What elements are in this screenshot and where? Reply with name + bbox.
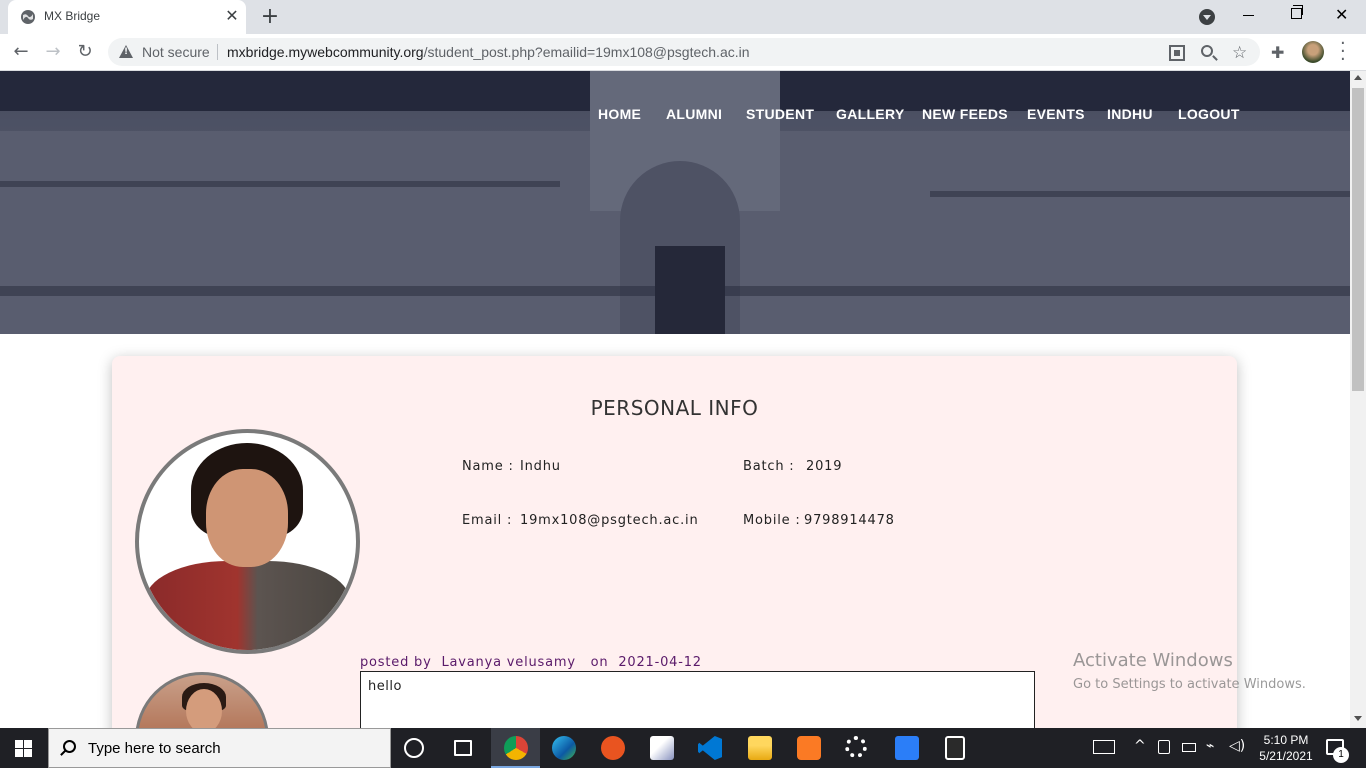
chevron-up-icon[interactable]: ^ [1134,738,1146,754]
batch-value: 2019 [806,459,843,474]
profile-photo [135,429,360,654]
task-view-icon[interactable] [454,740,472,756]
address-bar[interactable]: Not secure mxbridge.mywebcommunity.org/s… [108,38,1260,66]
php-icon[interactable] [650,736,674,760]
system-clock[interactable]: 5:10 PM 5/21/2021 [1254,732,1318,764]
personal-info-card: PERSONAL INFO Name : Indhu Batch : 2019 … [112,356,1237,728]
scroll-thumb[interactable] [1352,88,1364,391]
clock-time: 5:10 PM [1263,733,1309,747]
email-value: 19mx108@psgtech.ac.in [520,513,699,528]
volume-icon[interactable]: ◁) [1229,738,1245,754]
main-nav: HOME ALUMNI STUDENT GALLERY NEW FEEDS EV… [590,106,1350,126]
kebab-icon[interactable]: · · · [1340,35,1346,69]
forward-arrow-icon[interactable]: → [41,40,65,64]
mobile-label: Mobile : [743,513,801,528]
post-author[interactable]: Lavanya velusamy [441,655,575,670]
post-author-photo [135,672,269,728]
activate-windows-watermark: Activate Windows Go to Settings to activ… [1073,650,1306,692]
settings-icon[interactable] [845,736,867,758]
activate-title: Activate Windows [1073,650,1233,671]
divider [217,44,218,60]
page-scrollbar[interactable] [1350,71,1366,728]
batch-label: Batch : [743,459,795,474]
posted-by-label: posted by [360,655,432,670]
zoom-icon[interactable] [1201,45,1213,57]
name-value: Indhu [520,459,561,474]
news-widget-icon[interactable] [1093,740,1115,754]
nav-home[interactable]: HOME [598,106,641,122]
scroll-up-icon[interactable] [1354,75,1362,80]
avatar[interactable] [1302,41,1324,63]
post-meta: posted by Lavanya velusamy on 2021-04-12 [360,655,702,670]
battery-icon[interactable] [1182,743,1196,752]
chrome-icon[interactable] [504,736,528,760]
card-title: PERSONAL INFO [590,396,759,420]
nav-alumni[interactable]: ALUMNI [666,106,722,122]
email-label: Email : [462,513,513,528]
meet-now-icon[interactable] [1158,740,1170,754]
nav-logout[interactable]: LOGOUT [1178,106,1240,122]
tab-strip: MX Bridge ✕ + ✕ [0,0,1366,34]
post-date: 2021-04-12 [618,655,702,670]
nav-events[interactable]: EVENTS [1027,106,1085,122]
on-label: on [590,655,609,670]
qr-icon[interactable] [1169,45,1185,61]
post-body-box: hello [360,671,1035,728]
back-arrow-icon[interactable]: ← [9,40,33,64]
nav-new-feeds[interactable]: NEW FEEDS [922,106,1008,122]
file-explorer-icon[interactable] [748,736,772,760]
calculator-icon[interactable] [945,736,965,760]
reload-icon[interactable]: ↻ [73,40,97,64]
minimize-icon[interactable] [1243,15,1254,16]
ubuntu-icon[interactable] [601,736,625,760]
wps-icon[interactable] [895,736,919,760]
search-icon [63,740,76,753]
vscode-icon[interactable] [698,736,722,760]
nav-gallery[interactable]: GALLERY [836,106,904,122]
nav-student[interactable]: STUDENT [746,106,814,122]
clock-date: 5/21/2021 [1259,749,1313,763]
globe-icon [21,10,35,24]
restore-icon[interactable] [1291,5,1303,19]
activate-subtitle: Go to Settings to activate Windows. [1073,677,1306,692]
url-host: mxbridge.mywebcommunity.org [227,44,424,60]
browser-toolbar: ← → ↻ Not secure mxbridge.mywebcommunity… [0,34,1366,71]
tab-close-icon[interactable]: ✕ [224,8,240,24]
photo-face [206,469,288,567]
url-text[interactable]: mxbridge.mywebcommunity.org/student_post… [227,44,750,60]
search-placeholder: Type here to search [88,740,221,757]
small-photo-face [186,689,222,728]
warning-icon [119,45,133,58]
url-path: /student_post.php?emailid=19mx108@psgtec… [423,44,750,60]
star-icon[interactable]: ☆ [1232,45,1248,62]
taskbar-search-input[interactable]: Type here to search [48,728,391,768]
windows-start-icon[interactable] [15,740,32,757]
edge-icon[interactable] [552,736,576,760]
xampp-icon[interactable] [797,736,821,760]
puzzle-icon[interactable]: ✚ [1271,43,1284,62]
scroll-down-icon[interactable] [1354,716,1362,721]
mobile-value: 9798914478 [804,513,895,528]
name-label: Name : [462,459,514,474]
network-icon[interactable]: ⌁ [1206,738,1214,754]
nav-indhu[interactable]: INDHU [1107,106,1153,122]
notification-badge: 1 [1333,747,1349,763]
page-viewport: HOME ALUMNI STUDENT GALLERY NEW FEEDS EV… [0,71,1350,728]
close-window-icon[interactable]: ✕ [1335,5,1348,24]
windows-taskbar: Type here to search ^ ⌁ ◁) 5:10 PM 5/21/… [0,728,1366,768]
cortana-icon[interactable] [404,738,424,758]
tab-title: MX Bridge [44,9,101,23]
security-label[interactable]: Not secure [142,44,210,60]
post-body: hello [368,679,402,694]
tab-mx-bridge[interactable]: MX Bridge ✕ [8,0,246,34]
new-tab-button[interactable]: + [258,5,282,29]
photo-shirt [145,561,350,650]
tab-search-icon[interactable] [1199,9,1215,25]
hero-banner: HOME ALUMNI STUDENT GALLERY NEW FEEDS EV… [0,71,1350,334]
